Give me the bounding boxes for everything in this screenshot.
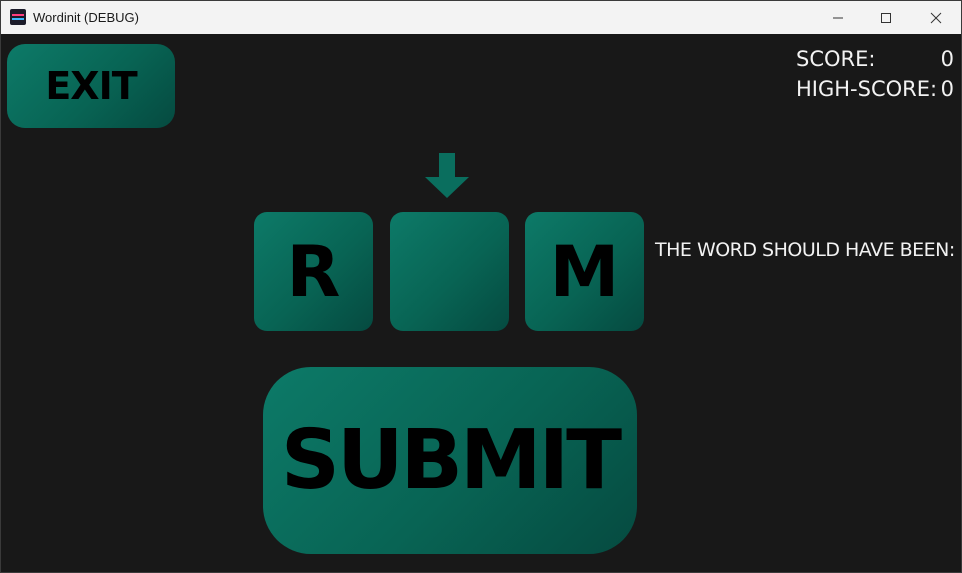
exit-button[interactable]: EXIT	[7, 44, 175, 128]
high-score-label: HIGH-SCORE:	[796, 77, 938, 101]
maximize-button[interactable]	[863, 1, 909, 34]
high-score-value: 0	[940, 77, 954, 101]
close-icon	[930, 12, 942, 23]
game-canvas: EXIT SCORE: 0 HIGH-SCORE: 0 R M THE WORD…	[1, 34, 961, 572]
letter-tile-3[interactable]: M	[525, 212, 644, 331]
app-window: Wordinit (DEBUG) EXIT SCORE: 0 HIGH-SCOR…	[0, 0, 962, 573]
answer-reveal-label: THE WORD SHOULD HAVE BEEN:	[655, 239, 955, 261]
score-panel: SCORE: 0 HIGH-SCORE: 0	[796, 44, 958, 104]
minimize-icon	[833, 17, 843, 18]
title-bar[interactable]: Wordinit (DEBUG)	[1, 1, 961, 34]
app-icon	[10, 9, 26, 25]
score-label: SCORE:	[796, 47, 876, 71]
letter-tile-1[interactable]: R	[254, 212, 373, 331]
maximize-icon	[881, 12, 891, 23]
arrow-down-icon	[425, 153, 469, 198]
score-row: SCORE: 0	[796, 44, 958, 74]
letter-tile-2[interactable]	[390, 212, 509, 331]
close-button[interactable]	[913, 1, 959, 34]
high-score-row: HIGH-SCORE: 0	[796, 74, 958, 104]
minimize-button[interactable]	[815, 1, 861, 34]
score-value: 0	[940, 47, 954, 71]
submit-button[interactable]: SUBMIT	[263, 367, 637, 554]
window-title: Wordinit (DEBUG)	[33, 10, 139, 25]
